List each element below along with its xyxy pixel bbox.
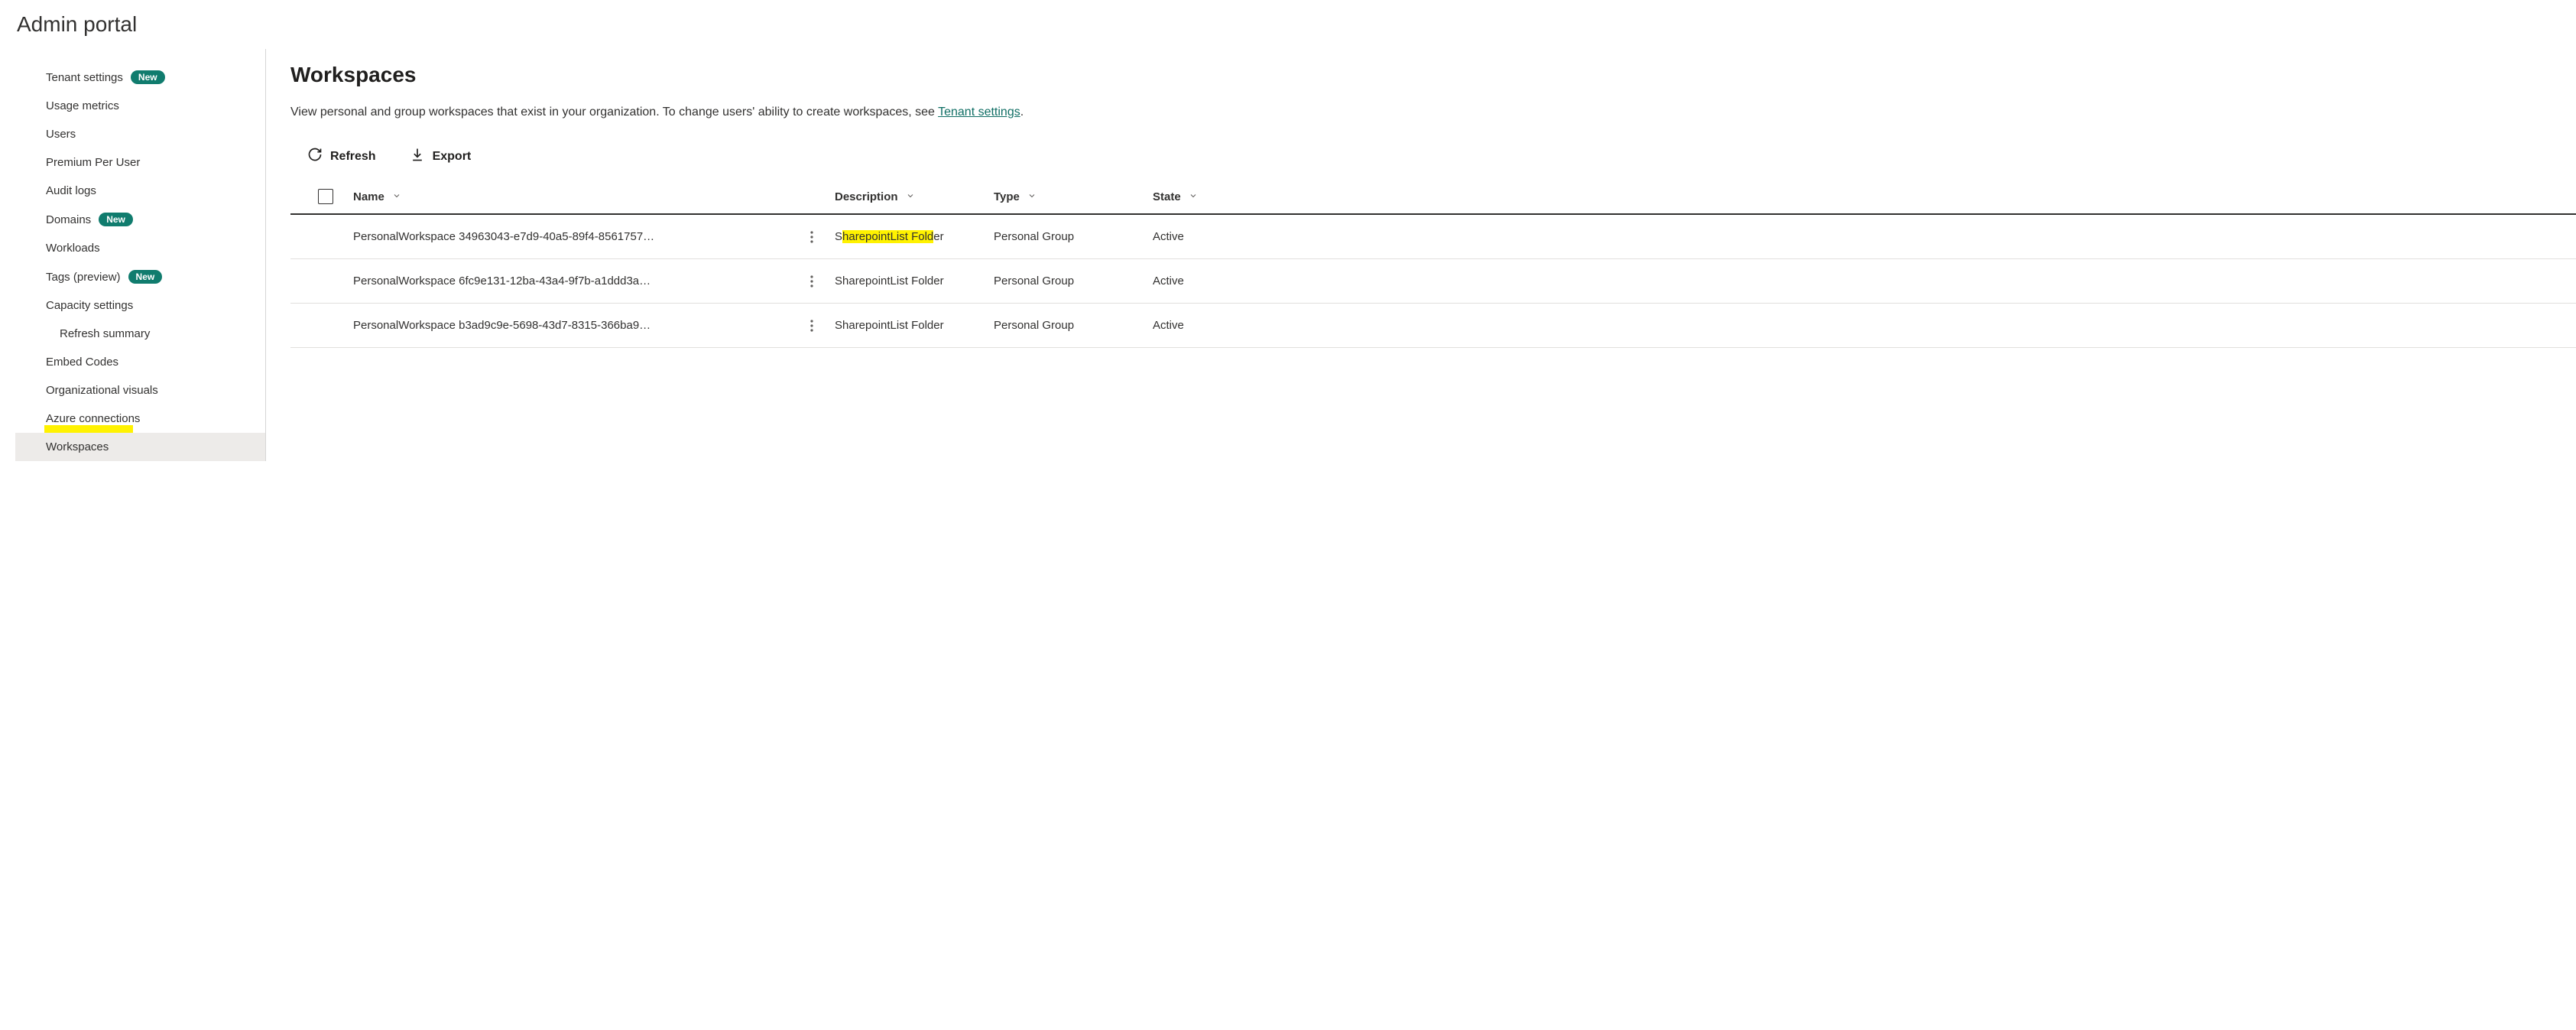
refresh-label: Refresh <box>330 150 376 164</box>
page-description-text: View personal and group workspaces that … <box>290 106 938 119</box>
toolbar: Refresh Export <box>290 141 2576 180</box>
table-row[interactable]: PersonalWorkspace b3ad9c9e-5698-43d7-831… <box>290 304 2576 348</box>
sidebar-item-label: Azure connections <box>46 412 140 425</box>
workspaces-table: Name Description Type <box>290 180 2576 348</box>
column-description-label: Description <box>835 190 898 203</box>
workspace-name: PersonalWorkspace 34963043-e7d9-40a5-89f… <box>353 230 789 243</box>
sidebar-item-label: Workspaces <box>46 440 109 453</box>
sidebar-item-embed-codes[interactable]: Embed Codes <box>15 348 265 376</box>
column-header-state[interactable]: State <box>1153 190 1244 203</box>
sidebar-item-refresh-summary[interactable]: Refresh summary <box>15 320 265 348</box>
page-title: Workspaces <box>290 63 2576 87</box>
chevron-down-icon <box>906 190 915 203</box>
column-header-description[interactable]: Description <box>835 190 994 203</box>
sidebar-item-workloads[interactable]: Workloads <box>15 234 265 262</box>
more-options-button[interactable] <box>789 231 835 243</box>
column-type-label: Type <box>994 190 1020 203</box>
sidebar-item-azure-connections[interactable]: Azure connections <box>15 405 265 433</box>
sidebar-item-capacity-settings[interactable]: Capacity settings <box>15 291 265 320</box>
sidebar-item-label: Usage metrics <box>46 99 119 112</box>
more-vertical-icon <box>810 275 813 288</box>
column-name-label: Name <box>353 190 384 203</box>
sidebar-item-label: Audit logs <box>46 184 96 197</box>
chevron-down-icon <box>392 190 401 203</box>
page-description-suffix: . <box>1020 106 1024 119</box>
more-options-button[interactable] <box>789 320 835 332</box>
sidebar-item-label: Refresh summary <box>60 327 150 340</box>
sidebar-item-label: Capacity settings <box>46 299 133 312</box>
page-description: View personal and group workspaces that … <box>290 106 2576 119</box>
workspace-type: Personal Group <box>994 319 1153 332</box>
sidebar-item-users[interactable]: Users <box>15 120 265 148</box>
sidebar-item-label: Tags (preview) <box>46 271 121 284</box>
workspace-state: Active <box>1153 319 1244 332</box>
workspace-type: Personal Group <box>994 230 1153 243</box>
sidebar-item-label: Embed Codes <box>46 356 118 369</box>
sidebar-item-label: Users <box>46 128 76 141</box>
sidebar-item-usage-metrics[interactable]: Usage metrics <box>15 92 265 120</box>
sidebar-item-tenant-settings[interactable]: Tenant settings New <box>15 63 265 92</box>
sidebar-item-domains[interactable]: Domains New <box>15 205 265 234</box>
export-icon <box>410 147 425 166</box>
column-state-label: State <box>1153 190 1181 203</box>
table-row[interactable]: PersonalWorkspace 34963043-e7d9-40a5-89f… <box>290 215 2576 259</box>
chevron-down-icon <box>1027 190 1037 203</box>
table-header-row: Name Description Type <box>290 180 2576 215</box>
column-header-type[interactable]: Type <box>994 190 1153 203</box>
workspace-type: Personal Group <box>994 275 1153 288</box>
sidebar-item-workspaces[interactable]: Workspaces <box>15 433 265 461</box>
sidebar-item-label: Tenant settings <box>46 71 123 84</box>
refresh-icon <box>307 147 323 166</box>
sidebar-item-tags-preview-[interactable]: Tags (preview) New <box>15 262 265 291</box>
workspace-description: SharepointList Folder <box>835 230 994 243</box>
sidebar-item-audit-logs[interactable]: Audit logs <box>15 177 265 205</box>
select-all-checkbox[interactable] <box>318 189 333 204</box>
sidebar-item-label: Premium Per User <box>46 156 140 169</box>
sidebar-item-label: Domains <box>46 213 91 226</box>
tenant-settings-link[interactable]: Tenant settings <box>938 106 1020 119</box>
workspace-name: PersonalWorkspace b3ad9c9e-5698-43d7-831… <box>353 319 789 332</box>
refresh-button[interactable]: Refresh <box>307 147 376 166</box>
workspace-name: PersonalWorkspace 6fc9e131-12ba-43a4-9f7… <box>353 275 789 288</box>
workspace-state: Active <box>1153 230 1244 243</box>
sidebar-item-organizational-visuals[interactable]: Organizational visuals <box>15 376 265 405</box>
sidebar-item-label: Workloads <box>46 242 100 255</box>
more-options-button[interactable] <box>789 275 835 288</box>
sidebar-nav: Tenant settings New Usage metrics Users Prem… <box>0 49 266 461</box>
workspace-state: Active <box>1153 275 1244 288</box>
table-row[interactable]: PersonalWorkspace 6fc9e131-12ba-43a4-9f7… <box>290 259 2576 304</box>
new-badge: New <box>131 70 165 84</box>
new-badge: New <box>128 270 163 284</box>
main-content: Workspaces View personal and group works… <box>266 49 2576 461</box>
more-vertical-icon <box>810 320 813 332</box>
export-label: Export <box>433 150 472 164</box>
more-vertical-icon <box>810 231 813 243</box>
workspace-description: SharepointList Folder <box>835 319 994 332</box>
sidebar-item-label: Organizational visuals <box>46 384 158 397</box>
workspace-description: SharepointList Folder <box>835 275 994 288</box>
sidebar-item-premium-per-user[interactable]: Premium Per User <box>15 148 265 177</box>
column-header-name[interactable]: Name <box>353 190 789 203</box>
portal-title: Admin portal <box>0 0 2576 49</box>
export-button[interactable]: Export <box>410 147 472 166</box>
chevron-down-icon <box>1189 190 1198 203</box>
new-badge: New <box>99 213 133 226</box>
